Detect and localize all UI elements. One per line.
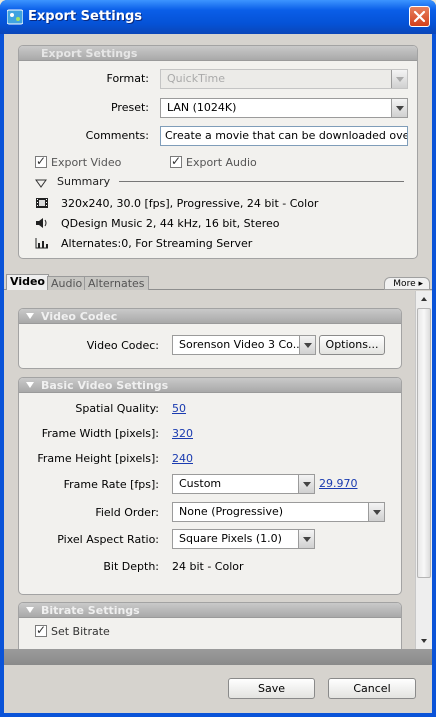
disclosure-triangle-icon bbox=[35, 179, 47, 188]
dialog-footer: Save Cancel bbox=[4, 665, 432, 713]
basic-video-settings-panel: Basic Video Settings Spatial Quality: 50… bbox=[18, 377, 402, 595]
preset-label: Preset: bbox=[110, 101, 149, 114]
title-bar[interactable]: Export Settings bbox=[0, 0, 436, 34]
tab-audio[interactable]: Audio bbox=[47, 276, 87, 290]
set-bitrate-label: Set Bitrate bbox=[51, 625, 110, 638]
bitrate-settings-panel: Bitrate Settings Set Bitrate bbox=[18, 602, 402, 649]
set-bitrate-checkbox[interactable] bbox=[35, 623, 47, 637]
summary-alternates: Alternates:0, For Streaming Server bbox=[61, 237, 253, 250]
basic-video-header[interactable]: Basic Video Settings bbox=[19, 378, 401, 393]
spatial-quality-label: Spatial Quality: bbox=[75, 402, 159, 415]
summary-video: 320x240, 30.0 [fps], Progressive, 24 bit… bbox=[61, 197, 319, 210]
frame-height-label: Frame Height [pixels]: bbox=[37, 452, 159, 465]
chevron-down-icon bbox=[391, 70, 407, 88]
bitrate-title: Bitrate Settings bbox=[41, 604, 140, 617]
export-settings-group: Export Settings Format: QuickTime Preset… bbox=[18, 45, 418, 259]
vertical-scrollbar[interactable] bbox=[415, 291, 432, 649]
close-button[interactable] bbox=[409, 6, 430, 27]
export-settings-window: Export Settings Export Settings Format: … bbox=[0, 0, 436, 717]
frame-rate-select[interactable]: Custom bbox=[172, 474, 315, 494]
pixel-aspect-label: Pixel Aspect Ratio: bbox=[57, 533, 159, 546]
pixel-aspect-value: Square Pixels (1.0) bbox=[179, 532, 282, 545]
bar-chart-icon bbox=[35, 238, 48, 249]
scroll-up-icon[interactable] bbox=[416, 291, 432, 307]
export-video-label: Export Video bbox=[51, 156, 122, 169]
more-button[interactable]: More ▸ bbox=[384, 277, 430, 290]
video-codec-panel: Video Codec Video Codec: Sorenson Video … bbox=[18, 308, 402, 369]
export-settings-title: Export Settings bbox=[41, 47, 138, 60]
settings-tabs: Video Audio Alternates More ▸ bbox=[4, 274, 432, 290]
film-icon bbox=[36, 198, 48, 208]
close-icon bbox=[413, 10, 426, 23]
chevron-down-icon bbox=[299, 336, 315, 354]
scroll-down-icon[interactable] bbox=[416, 633, 432, 649]
bitrate-header[interactable]: Bitrate Settings bbox=[19, 603, 401, 618]
bit-depth-value: 24 bit - Color bbox=[172, 560, 244, 573]
frame-height-value[interactable]: 240 bbox=[172, 452, 193, 465]
tab-video[interactable]: Video bbox=[6, 274, 49, 290]
bit-depth-label: Bit Depth: bbox=[103, 560, 159, 573]
summary-label: Summary bbox=[57, 175, 111, 188]
chevron-down-icon bbox=[368, 503, 384, 521]
options-button[interactable]: Options... bbox=[319, 335, 385, 355]
format-label: Format: bbox=[106, 72, 149, 85]
export-audio-label: Export Audio bbox=[186, 156, 257, 169]
scrollbar-thumb[interactable] bbox=[417, 308, 431, 578]
save-button[interactable]: Save bbox=[228, 678, 315, 699]
frame-rate-select-value: Custom bbox=[179, 477, 222, 490]
tab-alternates[interactable]: Alternates bbox=[84, 276, 149, 290]
chevron-down-icon bbox=[298, 530, 314, 548]
format-select: QuickTime bbox=[160, 69, 408, 89]
cancel-button[interactable]: Cancel bbox=[328, 678, 416, 699]
collapse-triangle-icon bbox=[26, 313, 34, 319]
video-codec-label: Video Codec: bbox=[86, 339, 159, 352]
summary-divider bbox=[119, 181, 404, 182]
field-order-value: None (Progressive) bbox=[179, 505, 284, 518]
frame-rate-label: Frame Rate [fps]: bbox=[63, 478, 159, 491]
window-title: Export Settings bbox=[28, 9, 143, 24]
footer-separator bbox=[4, 649, 432, 665]
comments-value: Create a movie that can be downloaded ov… bbox=[165, 129, 407, 142]
frame-rate-value[interactable]: 29.970 bbox=[319, 477, 358, 490]
field-order-select[interactable]: None (Progressive) bbox=[172, 502, 385, 522]
export-audio-checkbox[interactable] bbox=[170, 154, 182, 168]
chevron-down-icon bbox=[391, 99, 407, 117]
frame-width-label: Frame Width [pixels]: bbox=[41, 427, 159, 440]
field-order-label: Field Order: bbox=[95, 506, 159, 519]
settings-scroll-area[interactable]: Video Codec Video Codec: Sorenson Video … bbox=[4, 291, 432, 649]
collapse-triangle-icon bbox=[26, 607, 34, 613]
spatial-quality-value[interactable]: 50 bbox=[172, 402, 186, 415]
video-codec-select[interactable]: Sorenson Video 3 Co... bbox=[172, 335, 316, 355]
comments-label: Comments: bbox=[85, 129, 149, 142]
pixel-aspect-select[interactable]: Square Pixels (1.0) bbox=[172, 529, 315, 549]
dialog-body: Export Settings Format: QuickTime Preset… bbox=[4, 34, 432, 713]
export-video-checkbox[interactable] bbox=[35, 154, 47, 168]
chevron-down-icon bbox=[298, 475, 314, 493]
comments-field[interactable]: Create a movie that can be downloaded ov… bbox=[160, 126, 408, 146]
format-value: QuickTime bbox=[167, 72, 226, 85]
frame-width-value[interactable]: 320 bbox=[172, 427, 193, 440]
collapse-triangle-icon bbox=[26, 382, 34, 388]
video-codec-value: Sorenson Video 3 Co... bbox=[179, 338, 304, 351]
export-settings-header: Export Settings bbox=[19, 46, 417, 61]
summary-audio: QDesign Music 2, 44 kHz, 16 bit, Stereo bbox=[61, 217, 280, 230]
basic-video-title: Basic Video Settings bbox=[41, 379, 169, 392]
preset-select[interactable]: LAN (1024K) bbox=[160, 98, 408, 118]
preset-value: LAN (1024K) bbox=[167, 101, 237, 114]
app-icon bbox=[7, 9, 23, 25]
speaker-icon bbox=[36, 218, 47, 228]
video-codec-title: Video Codec bbox=[41, 310, 118, 323]
video-codec-header[interactable]: Video Codec bbox=[19, 309, 401, 324]
